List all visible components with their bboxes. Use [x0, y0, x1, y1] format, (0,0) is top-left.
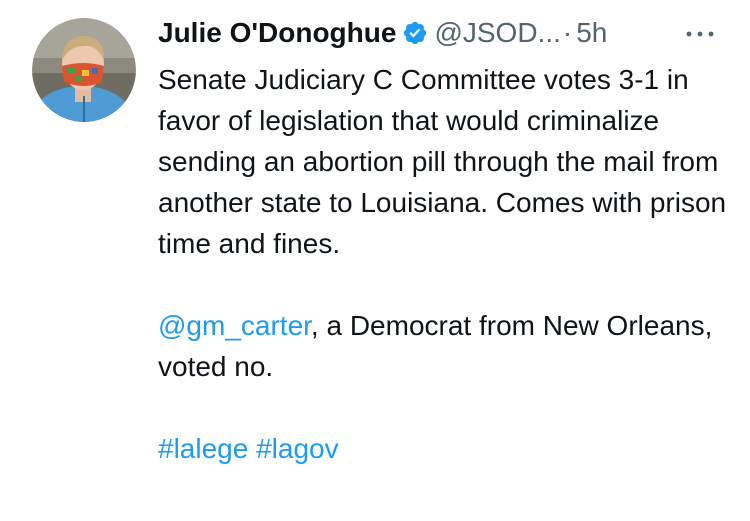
tweet-header: Julie O'Donoghue @JSOD... · 5h — [158, 16, 607, 50]
tweet-timestamp[interactable]: 5h — [576, 16, 607, 50]
tweet-paragraph-2: @gm_carter, a Democrat from New Orleans,… — [158, 305, 728, 387]
hashtag-link-lalege[interactable]: #lalege — [158, 433, 248, 464]
tweet: Julie O'Donoghue @JSOD... · 5h Senate Ju… — [0, 0, 750, 521]
more-horizontal-icon — [686, 31, 714, 37]
tweet-paragraph-1: Senate Judiciary C Committee votes 3-1 i… — [158, 64, 727, 259]
author-name[interactable]: Julie O'Donoghue — [158, 16, 396, 50]
tweet-text: Senate Judiciary C Committee votes 3-1 i… — [158, 59, 728, 469]
author-handle[interactable]: @JSOD... — [434, 16, 560, 50]
separator-dot: · — [562, 17, 573, 48]
avatar[interactable] — [32, 18, 136, 122]
verified-badge-icon — [402, 20, 428, 46]
tweet-hashtags: #lalege #lagov — [158, 428, 728, 469]
hashtag-link-lagov[interactable]: #lagov — [256, 433, 339, 464]
hashtag-separator — [248, 433, 256, 464]
profile-photo — [32, 18, 136, 122]
mention-link[interactable]: @gm_carter — [158, 310, 311, 341]
more-options-button[interactable] — [682, 22, 718, 46]
